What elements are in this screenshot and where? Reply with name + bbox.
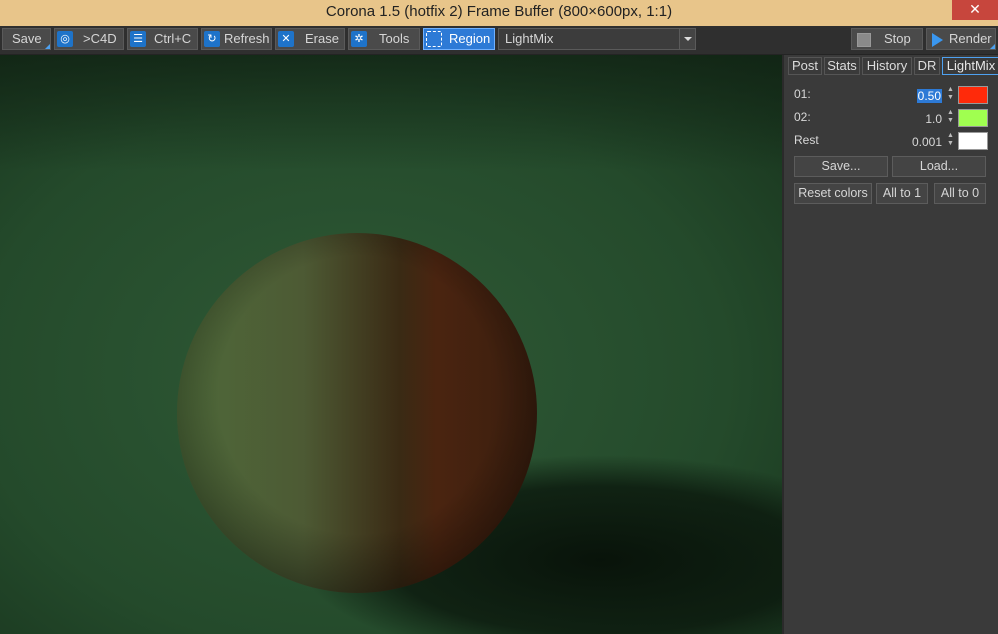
- region-icon: [426, 31, 442, 47]
- side-panel: Post Stats History DR LightMix 01: 0.50 …: [782, 55, 998, 634]
- dropdown-corner-icon: [990, 44, 995, 49]
- reset-colors-button[interactable]: Reset colors: [794, 183, 872, 204]
- load-lightmix-button[interactable]: Load...: [892, 156, 986, 177]
- close-window-button[interactable]: ✕: [952, 0, 998, 20]
- light-name: Rest: [794, 133, 819, 147]
- tools-label: Tools: [379, 31, 410, 46]
- rendered-image: [0, 55, 782, 634]
- erase-label: Erase: [305, 31, 339, 46]
- erase-button[interactable]: ✕ Erase: [275, 28, 345, 50]
- render-label: Render: [949, 31, 992, 46]
- copy-label: Ctrl+C: [154, 31, 192, 46]
- tools-button[interactable]: ✲ Tools: [348, 28, 420, 50]
- title-bar: Corona 1.5 (hotfix 2) Frame Buffer (800×…: [0, 0, 998, 26]
- render-button[interactable]: Render: [926, 28, 996, 50]
- tab-dr[interactable]: DR: [914, 57, 940, 75]
- stop-label: Stop: [884, 31, 911, 46]
- lightmix-row: Rest 0.001 ▲ ▼: [794, 131, 990, 151]
- chevron-down-icon[interactable]: [679, 29, 695, 49]
- all-to-1-button[interactable]: All to 1: [876, 183, 928, 204]
- c4d-logo-icon: ◎: [57, 31, 73, 47]
- channel-select-value: LightMix: [505, 31, 554, 46]
- erase-icon: ✕: [278, 31, 294, 47]
- stop-button[interactable]: Stop: [851, 28, 923, 50]
- region-button[interactable]: Region: [423, 28, 495, 50]
- tab-stats[interactable]: Stats: [824, 57, 860, 75]
- refresh-button[interactable]: ↻ Refresh: [201, 28, 272, 50]
- light-color-swatch[interactable]: [958, 132, 988, 150]
- light-intensity-field[interactable]: 0.50: [916, 89, 942, 103]
- to-c4d-label: >C4D: [83, 31, 117, 46]
- toolbar: Save ◎ >C4D ☰ Ctrl+C ↻ Refresh ✕ Erase ✲…: [0, 26, 998, 55]
- region-label: Region: [449, 31, 491, 46]
- lightmix-row: 01: 0.50 ▲ ▼: [794, 85, 990, 105]
- light-name: 01:: [794, 87, 811, 101]
- refresh-label: Refresh: [224, 31, 270, 46]
- spinner-icon[interactable]: ▲ ▼: [946, 86, 955, 104]
- stop-icon: [857, 33, 871, 47]
- tab-post[interactable]: Post: [788, 57, 822, 75]
- light-color-swatch[interactable]: [958, 86, 988, 104]
- render-viewport[interactable]: [0, 55, 782, 634]
- play-icon: [932, 33, 943, 47]
- copy-button[interactable]: ☰ Ctrl+C: [127, 28, 198, 50]
- light-name: 02:: [794, 110, 811, 124]
- copy-icon: ☰: [130, 31, 146, 47]
- light-color-swatch[interactable]: [958, 109, 988, 127]
- refresh-icon: ↻: [204, 31, 220, 47]
- gear-icon: ✲: [351, 31, 367, 47]
- save-label: Save: [12, 31, 42, 46]
- all-to-0-button[interactable]: All to 0: [934, 183, 986, 204]
- channel-select[interactable]: LightMix: [498, 28, 696, 50]
- lightmix-row: 02: 1.0 ▲ ▼: [794, 108, 990, 128]
- light-intensity-field[interactable]: 0.001: [912, 135, 942, 149]
- to-c4d-button[interactable]: ◎ >C4D: [54, 28, 124, 50]
- spinner-icon[interactable]: ▲ ▼: [946, 109, 955, 127]
- save-button[interactable]: Save: [2, 28, 51, 50]
- window-title: Corona 1.5 (hotfix 2) Frame Buffer (800×…: [325, 3, 673, 20]
- save-lightmix-button[interactable]: Save...: [794, 156, 888, 177]
- panel-tabs: Post Stats History DR LightMix: [786, 57, 998, 77]
- tab-lightmix[interactable]: LightMix: [942, 57, 998, 75]
- spinner-icon[interactable]: ▲ ▼: [946, 132, 955, 150]
- tab-history[interactable]: History: [862, 57, 912, 75]
- dropdown-corner-icon: [45, 44, 50, 49]
- light-intensity-field[interactable]: 1.0: [925, 112, 942, 126]
